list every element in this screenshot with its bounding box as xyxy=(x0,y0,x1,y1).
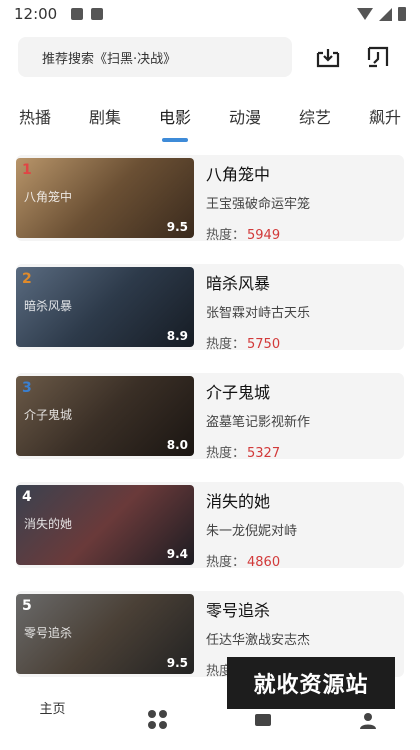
score-label: 9.4 xyxy=(166,547,188,561)
movie-subtitle: 王宝强破命运牢笼 xyxy=(206,197,311,212)
signal-icon xyxy=(379,7,392,21)
poster-title: 消失的她 xyxy=(24,517,73,531)
poster-title: 零号追杀 xyxy=(24,626,73,640)
poster-title: 介子鬼城 xyxy=(24,408,73,422)
movie-poster: 介子鬼城 3 8.0 xyxy=(16,376,194,456)
heat-label: 热度： xyxy=(206,228,246,243)
grid-icon xyxy=(148,710,167,729)
tab-movies-label: 电影 xyxy=(158,108,191,127)
active-tab-indicator xyxy=(162,138,188,142)
movie-poster: 暗杀风暴 2 8.9 xyxy=(16,267,194,347)
rank-badge: 2 xyxy=(22,271,32,287)
category-tabs: 热播 剧集 电影 动漫 综艺 飙升 xyxy=(0,96,420,142)
heat-value: 5949 xyxy=(247,228,281,243)
movie-card[interactable]: 介子鬼城 3 8.0 介子鬼城 盗墓笔记影视新作 热度： 5327 xyxy=(16,373,404,461)
heat-label: 热度： xyxy=(206,555,246,570)
status-bar: 12:00 xyxy=(0,0,420,28)
search-row: 推荐搜索《扫黑·决战》 xyxy=(18,37,402,77)
status-time: 12:00 xyxy=(14,5,58,23)
rank-badge: 5 xyxy=(22,598,32,614)
download-icon xyxy=(316,49,340,68)
search-placeholder: 推荐搜索《扫黑·决战》 xyxy=(42,51,177,67)
history-button[interactable] xyxy=(364,44,392,70)
download-button[interactable] xyxy=(314,44,342,70)
score-label: 9.5 xyxy=(166,656,188,670)
heat-label: 热度： xyxy=(206,337,246,352)
rank-badge: 1 xyxy=(22,162,32,178)
movie-title: 八角笼中 xyxy=(206,165,271,184)
movie-card[interactable]: 八角笼中 1 9.5 八角笼中 王宝强破命运牢笼 热度： 5949 xyxy=(16,155,404,243)
tab-rising[interactable]: 飙升 xyxy=(350,96,420,128)
heat-row: 热度： 5327 xyxy=(206,442,310,461)
user-icon xyxy=(359,713,376,729)
movie-title: 零号追杀 xyxy=(206,601,271,620)
movie-title: 暗杀风暴 xyxy=(206,274,271,293)
tab-hot[interactable]: 热播 xyxy=(0,96,70,128)
score-label: 9.5 xyxy=(166,220,188,234)
movie-subtitle: 朱一龙倪妮对峙 xyxy=(206,524,298,539)
heat-value: 5327 xyxy=(247,446,281,461)
history-icon xyxy=(367,46,389,68)
tab-anime[interactable]: 动漫 xyxy=(210,96,280,128)
movie-info: 暗杀风暴 张智霖对峙古天乐 热度： 5750 xyxy=(194,264,311,352)
status-indicators xyxy=(357,7,406,21)
movie-poster: 消失的她 4 9.4 xyxy=(16,485,194,565)
movie-info: 介子鬼城 盗墓笔记影视新作 热度： 5327 xyxy=(194,373,311,461)
movie-subtitle: 张智霖对峙古天乐 xyxy=(206,306,311,321)
movie-title: 消失的她 xyxy=(206,492,271,511)
nav-home-label: 主页 xyxy=(39,702,66,717)
movie-poster: 零号追杀 5 9.5 xyxy=(16,594,194,674)
poster-title: 暗杀风暴 xyxy=(24,299,73,313)
movie-card[interactable]: 暗杀风暴 2 8.9 暗杀风暴 张智霖对峙古天乐 热度： 5750 xyxy=(16,264,404,352)
movie-card[interactable]: 消失的她 4 9.4 消失的她 朱一龙倪妮对峙 热度： 4860 xyxy=(16,482,404,570)
score-label: 8.0 xyxy=(166,438,188,452)
heat-row: 热度： 4860 xyxy=(206,551,297,570)
rank-badge: 4 xyxy=(22,489,32,505)
heat-label: 热度： xyxy=(206,446,246,461)
battery-icon xyxy=(398,7,406,21)
tab-movies[interactable]: 电影 xyxy=(140,96,210,142)
movie-list: 八角笼中 1 9.5 八角笼中 王宝强破命运牢笼 热度： 5949 暗杀风暴 2 … xyxy=(16,155,404,700)
movie-subtitle: 盗墓笔记影视新作 xyxy=(206,415,311,430)
heat-row: 热度： 5750 xyxy=(206,333,310,352)
nav-categories[interactable] xyxy=(105,690,210,750)
image-notification-icon xyxy=(71,8,84,20)
movie-subtitle: 任达华激战安志杰 xyxy=(206,633,311,648)
score-label: 8.9 xyxy=(166,329,188,343)
wifi-icon xyxy=(357,8,373,20)
rank-badge: 3 xyxy=(22,380,32,396)
heat-value: 4860 xyxy=(247,555,281,570)
heat-row: 热度： 5949 xyxy=(206,224,310,243)
tab-series[interactable]: 剧集 xyxy=(70,96,140,128)
watermark-banner: 就收资源站 xyxy=(227,657,395,709)
search-input[interactable]: 推荐搜索《扫黑·决战》 xyxy=(18,37,292,77)
movie-title: 介子鬼城 xyxy=(206,383,271,402)
movie-info: 八角笼中 王宝强破命运牢笼 热度： 5949 xyxy=(194,155,311,243)
app-notification-icon xyxy=(91,8,104,20)
movie-poster: 八角笼中 1 9.5 xyxy=(16,158,194,238)
nav-home[interactable]: 主页 xyxy=(0,690,105,750)
tab-variety[interactable]: 综艺 xyxy=(280,96,350,128)
heat-value: 5750 xyxy=(247,337,281,352)
poster-title: 八角笼中 xyxy=(24,190,73,204)
movie-info: 消失的她 朱一龙倪妮对峙 热度： 4860 xyxy=(194,482,298,570)
play-icon xyxy=(254,714,271,726)
